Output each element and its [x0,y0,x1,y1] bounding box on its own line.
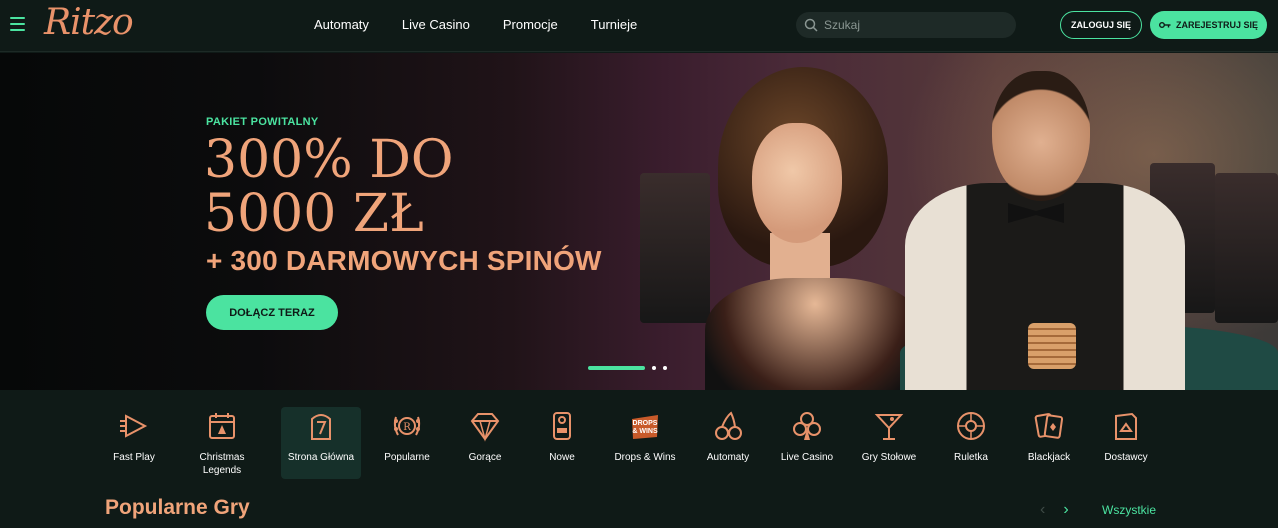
hero-woman-image [752,123,842,243]
roulette-icon [957,412,985,440]
brand-logo[interactable]: Ritzo [44,2,134,43]
category-strona-glowna[interactable]: Strona Główna [281,407,361,479]
provider-chip-icon [1115,412,1137,440]
category-fast-play[interactable]: Fast Play [94,407,174,479]
category-bar: Fast Play Christmas Legends Strona Główn… [0,390,1278,528]
hamburger-menu-icon[interactable] [10,17,25,31]
category-label: Christmas Legends [199,452,245,476]
top-bar: Ritzo Automaty Live Casino Promocje Turn… [0,0,1278,52]
nav-item-automaty[interactable]: Automaty [314,17,369,32]
nav-item-promocje[interactable]: Promocje [503,17,558,32]
category-drops-wins[interactable]: DROPS & WINS Drops & Wins [605,407,685,479]
nav-item-live-casino[interactable]: Live Casino [402,17,470,32]
svg-text:DROPS: DROPS [633,420,658,427]
category-label: Ruletka [954,452,988,463]
door-tag-icon [553,412,571,440]
category-label: Automaty [706,452,750,463]
category-label: Blackjack [1027,452,1071,463]
main-nav: Automaty Live Casino Promocje Turnieje [314,17,670,32]
category-label: Popularne [384,452,430,463]
category-label: Gry Stołowe [861,452,917,463]
category-label: Drops & Wins [614,452,676,463]
laurel-badge-icon: R [393,416,421,436]
svg-text:R: R [403,422,411,433]
category-christmas-legends[interactable]: Christmas Legends [182,407,262,479]
category-blackjack[interactable]: Blackjack [1009,407,1089,479]
nav-item-turnieje[interactable]: Turnieje [591,17,637,32]
view-all-link[interactable]: Wszystkie [1102,503,1156,517]
category-gry-stolowe[interactable]: Gry Stołowe [849,407,929,479]
category-live-casino[interactable]: Live Casino [767,407,847,479]
cocktail-icon [874,414,904,440]
category-popularne[interactable]: R Popularne [367,407,447,479]
hero-dealer-image [992,71,1090,201]
category-label: Gorące [468,452,502,463]
promo-subline: + 300 DARMOWYCH SPINÓW [206,245,602,276]
casino-chips-image [1028,323,1076,369]
key-icon [1158,22,1171,28]
promo-kicker: PAKIET POWITALNY [206,116,319,128]
hero-woman-image [705,278,925,390]
category-gorace[interactable]: Gorące [445,407,525,479]
slider-dot[interactable] [652,366,656,370]
category-dostawcy[interactable]: Dostawcy [1086,407,1166,479]
promo-headline-line1: 300% DO [204,130,454,190]
category-label: Nowe [549,452,575,463]
chevron-left-icon[interactable]: ‹ [1040,502,1045,518]
cards-icon [1034,413,1064,439]
slider-dots [588,366,667,370]
svg-text:& WINS: & WINS [632,428,658,435]
play-arrow-icon [120,414,148,438]
category-ruletka[interactable]: Ruletka [931,407,1011,479]
chevron-right-icon[interactable]: › [1063,502,1068,518]
search-input[interactable] [824,18,1004,32]
login-button[interactable]: ZALOGUJ SIĘ [1060,11,1142,39]
slot-machine-decor [1215,173,1278,323]
category-label: Dostawcy [1104,452,1148,463]
promo-headline-line2: 5000 ZŁ [204,184,424,244]
search-bar[interactable] [796,12,1016,38]
register-button[interactable]: ZAREJESTRUJ SIĘ [1150,11,1267,39]
hero-banner[interactable]: PAKIET POWITALNY 300% DO 5000 ZŁ + 300 D… [0,53,1278,390]
register-button-label: ZAREJESTRUJ SIĘ [1175,20,1259,30]
category-label: Strona Główna [287,452,355,463]
slider-dot[interactable] [663,366,667,370]
slot-machine-decor [640,173,710,323]
diamond-icon [470,413,500,442]
category-nowe[interactable]: Nowe [522,407,602,479]
join-now-button[interactable]: DOŁĄCZ TERAZ [206,295,338,330]
category-label: Live Casino [780,452,834,463]
category-automaty[interactable]: Automaty [688,407,768,479]
cherries-icon [715,411,742,440]
popular-games-title: Popularne Gry [105,496,250,519]
club-icon [793,412,821,440]
category-label: Fast Play [113,452,155,463]
search-icon [804,18,818,32]
carousel-arrows: ‹ › [1040,502,1069,518]
drops-wins-badge-icon: DROPS& WINS [632,415,658,439]
slider-dot-active[interactable] [588,366,645,370]
slot-seven-icon [311,414,331,440]
calendar-icon [209,413,235,439]
